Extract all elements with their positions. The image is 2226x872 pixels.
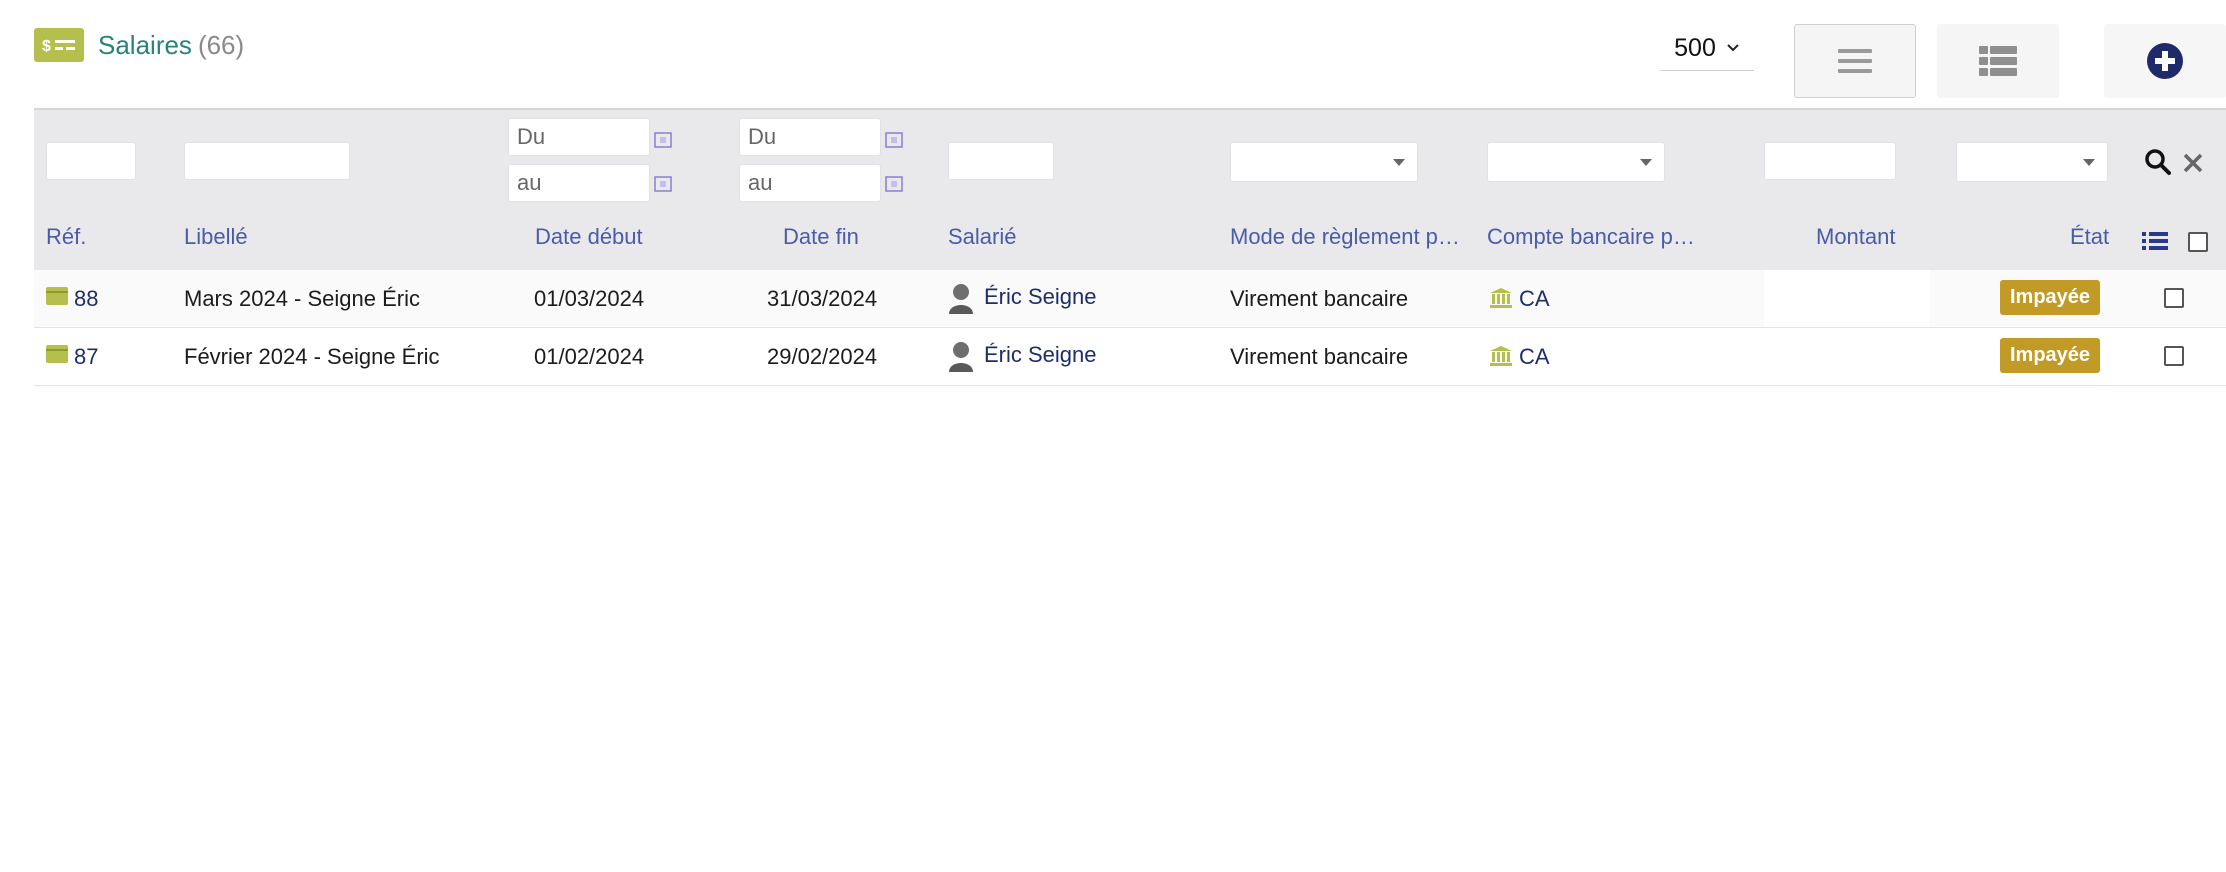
select-all-checkbox[interactable] bbox=[2188, 232, 2208, 252]
bank-icon bbox=[1490, 288, 1512, 308]
filter-date-debut-from[interactable]: Du bbox=[508, 118, 650, 156]
column-header-ref[interactable]: Réf. bbox=[46, 224, 86, 250]
page: $ Salaires (66) 500 Du au Du au Réf. Lib… bbox=[0, 0, 2226, 872]
column-header-libelle[interactable]: Libellé bbox=[184, 224, 248, 250]
page-title-label: Salaires bbox=[98, 30, 192, 60]
column-list-icon[interactable] bbox=[2142, 230, 2168, 252]
row-date-debut: 01/02/2024 bbox=[534, 344, 645, 369]
caret-down-icon bbox=[1640, 159, 1652, 166]
salary-icon: $ bbox=[34, 28, 84, 62]
add-record-button[interactable] bbox=[2104, 24, 2226, 98]
row-salarie-link[interactable]: Éric Seigne bbox=[984, 342, 1097, 368]
status-badge: Impayée bbox=[2000, 338, 2101, 373]
filter-compte-select[interactable] bbox=[1487, 142, 1665, 182]
svg-text:$: $ bbox=[42, 38, 51, 55]
filter-date-debut-to[interactable]: au bbox=[508, 164, 650, 202]
calendar-icon[interactable] bbox=[885, 132, 903, 148]
row-date-fin: 29/02/2024 bbox=[767, 344, 878, 369]
row-mode: Virement bancaire bbox=[1230, 344, 1409, 369]
salaries-table: Du au Du au Réf. Libellé Date début Date… bbox=[34, 108, 2226, 386]
caret-down-icon bbox=[2083, 159, 2095, 166]
list-view-icon bbox=[1838, 49, 1872, 73]
row-libelle: Mars 2024 - Seigne Éric bbox=[184, 286, 420, 311]
filter-mode-select[interactable] bbox=[1230, 142, 1418, 182]
calendar-icon[interactable] bbox=[654, 176, 672, 192]
column-header-salarie[interactable]: Salarié bbox=[948, 224, 1016, 250]
caret-down-icon bbox=[1393, 159, 1405, 166]
row-mode: Virement bancaire bbox=[1230, 286, 1409, 311]
row-salarie-link[interactable]: Éric Seigne bbox=[984, 284, 1097, 310]
row-libelle: Février 2024 - Seigne Éric bbox=[184, 344, 440, 369]
list-header: $ Salaires (66) 500 bbox=[34, 18, 2226, 98]
row-montant bbox=[1764, 270, 1930, 327]
page-size-value: 500 bbox=[1674, 33, 1716, 62]
row-ref-link[interactable]: 87 bbox=[74, 344, 98, 370]
calendar-icon[interactable] bbox=[885, 176, 903, 192]
user-icon bbox=[949, 284, 973, 314]
column-header-montant[interactable]: Montant bbox=[1816, 224, 1896, 250]
page-title: Salaires (66) bbox=[98, 30, 244, 61]
row-date-fin: 31/03/2024 bbox=[767, 286, 878, 311]
row-date-debut: 01/03/2024 bbox=[534, 286, 645, 311]
bank-icon bbox=[1490, 346, 1512, 366]
close-icon[interactable] bbox=[2182, 152, 2204, 174]
list-view-button[interactable] bbox=[1794, 24, 1916, 98]
row-compte-link[interactable]: CA bbox=[1519, 344, 1550, 370]
filter-libelle-input[interactable] bbox=[184, 142, 350, 180]
chevron-down-icon bbox=[1727, 44, 1739, 52]
table-row[interactable]: 87 Février 2024 - Seigne Éric 01/02/2024… bbox=[34, 328, 2226, 386]
table-row[interactable]: 88 Mars 2024 - Seigne Éric 01/03/2024 31… bbox=[34, 270, 2226, 328]
row-compte-link[interactable]: CA bbox=[1519, 286, 1550, 312]
status-badge: Impayée bbox=[2000, 280, 2101, 315]
calendar-icon[interactable] bbox=[654, 132, 672, 148]
search-icon[interactable] bbox=[2144, 148, 2172, 176]
wallet-icon bbox=[46, 287, 68, 305]
wallet-icon bbox=[46, 345, 68, 363]
filter-bar: Du au Du au Réf. Libellé Date début Date… bbox=[34, 108, 2226, 270]
plus-circle-icon bbox=[2147, 43, 2183, 79]
column-header-date-fin[interactable]: Date fin bbox=[783, 224, 859, 250]
filter-salarie-input[interactable] bbox=[948, 142, 1054, 180]
user-icon bbox=[949, 342, 973, 372]
filter-montant-input[interactable] bbox=[1764, 142, 1896, 180]
filter-ref-input[interactable] bbox=[46, 142, 136, 180]
row-checkbox[interactable] bbox=[2164, 346, 2184, 366]
row-checkbox[interactable] bbox=[2164, 288, 2184, 308]
record-count: (66) bbox=[197, 30, 245, 60]
filter-date-fin-to[interactable]: au bbox=[739, 164, 881, 202]
row-ref-link[interactable]: 88 bbox=[74, 286, 98, 312]
column-header-compte[interactable]: Compte bancaire p… bbox=[1487, 224, 1695, 250]
column-header-date-debut[interactable]: Date début bbox=[535, 224, 643, 250]
filter-etat-select[interactable] bbox=[1956, 142, 2108, 182]
kanban-view-button[interactable] bbox=[1937, 24, 2059, 98]
kanban-view-icon bbox=[1979, 46, 2017, 76]
column-header-mode[interactable]: Mode de règlement p… bbox=[1230, 224, 1460, 250]
page-size-select[interactable]: 500 bbox=[1660, 26, 1754, 71]
column-header-etat[interactable]: État bbox=[2070, 224, 2109, 250]
filter-date-fin-from[interactable]: Du bbox=[739, 118, 881, 156]
